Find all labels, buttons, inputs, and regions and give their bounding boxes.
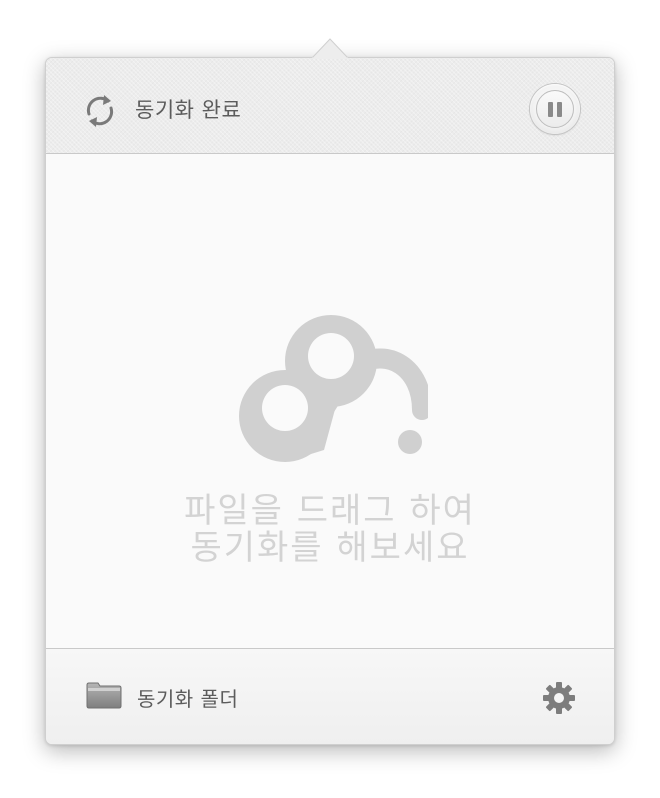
- popover-header: 동기화 완료: [46, 58, 614, 154]
- sync-status-label: 동기화 완료: [135, 98, 242, 122]
- pause-bar-left: [548, 102, 553, 117]
- sync-arrows-icon: [82, 92, 118, 130]
- sync-folder-link[interactable]: 동기화 폴더: [137, 683, 238, 712]
- drop-zone[interactable]: 파일을 드래그 하여 동기화를 해보세요: [46, 154, 614, 648]
- popover-footer: 동기화 폴더: [46, 648, 614, 744]
- gear-icon[interactable]: [542, 681, 576, 715]
- pause-icon: [536, 90, 574, 128]
- cloud-sync-logo-icon: [239, 315, 428, 462]
- pause-sync-button[interactable]: [530, 84, 580, 134]
- drop-hint-line-2: 동기화를 해보세요: [190, 528, 470, 568]
- sync-popover: 동기화 완료 파일을 드래그 하여 동기화를 해보세요 동기화 폴더: [45, 57, 615, 745]
- folder-icon[interactable]: [86, 681, 122, 709]
- pause-bar-right: [557, 102, 562, 117]
- popover-arrow: [312, 38, 348, 59]
- stage: 동기화 완료 파일을 드래그 하여 동기화를 해보세요 동기화 폴더: [0, 0, 660, 798]
